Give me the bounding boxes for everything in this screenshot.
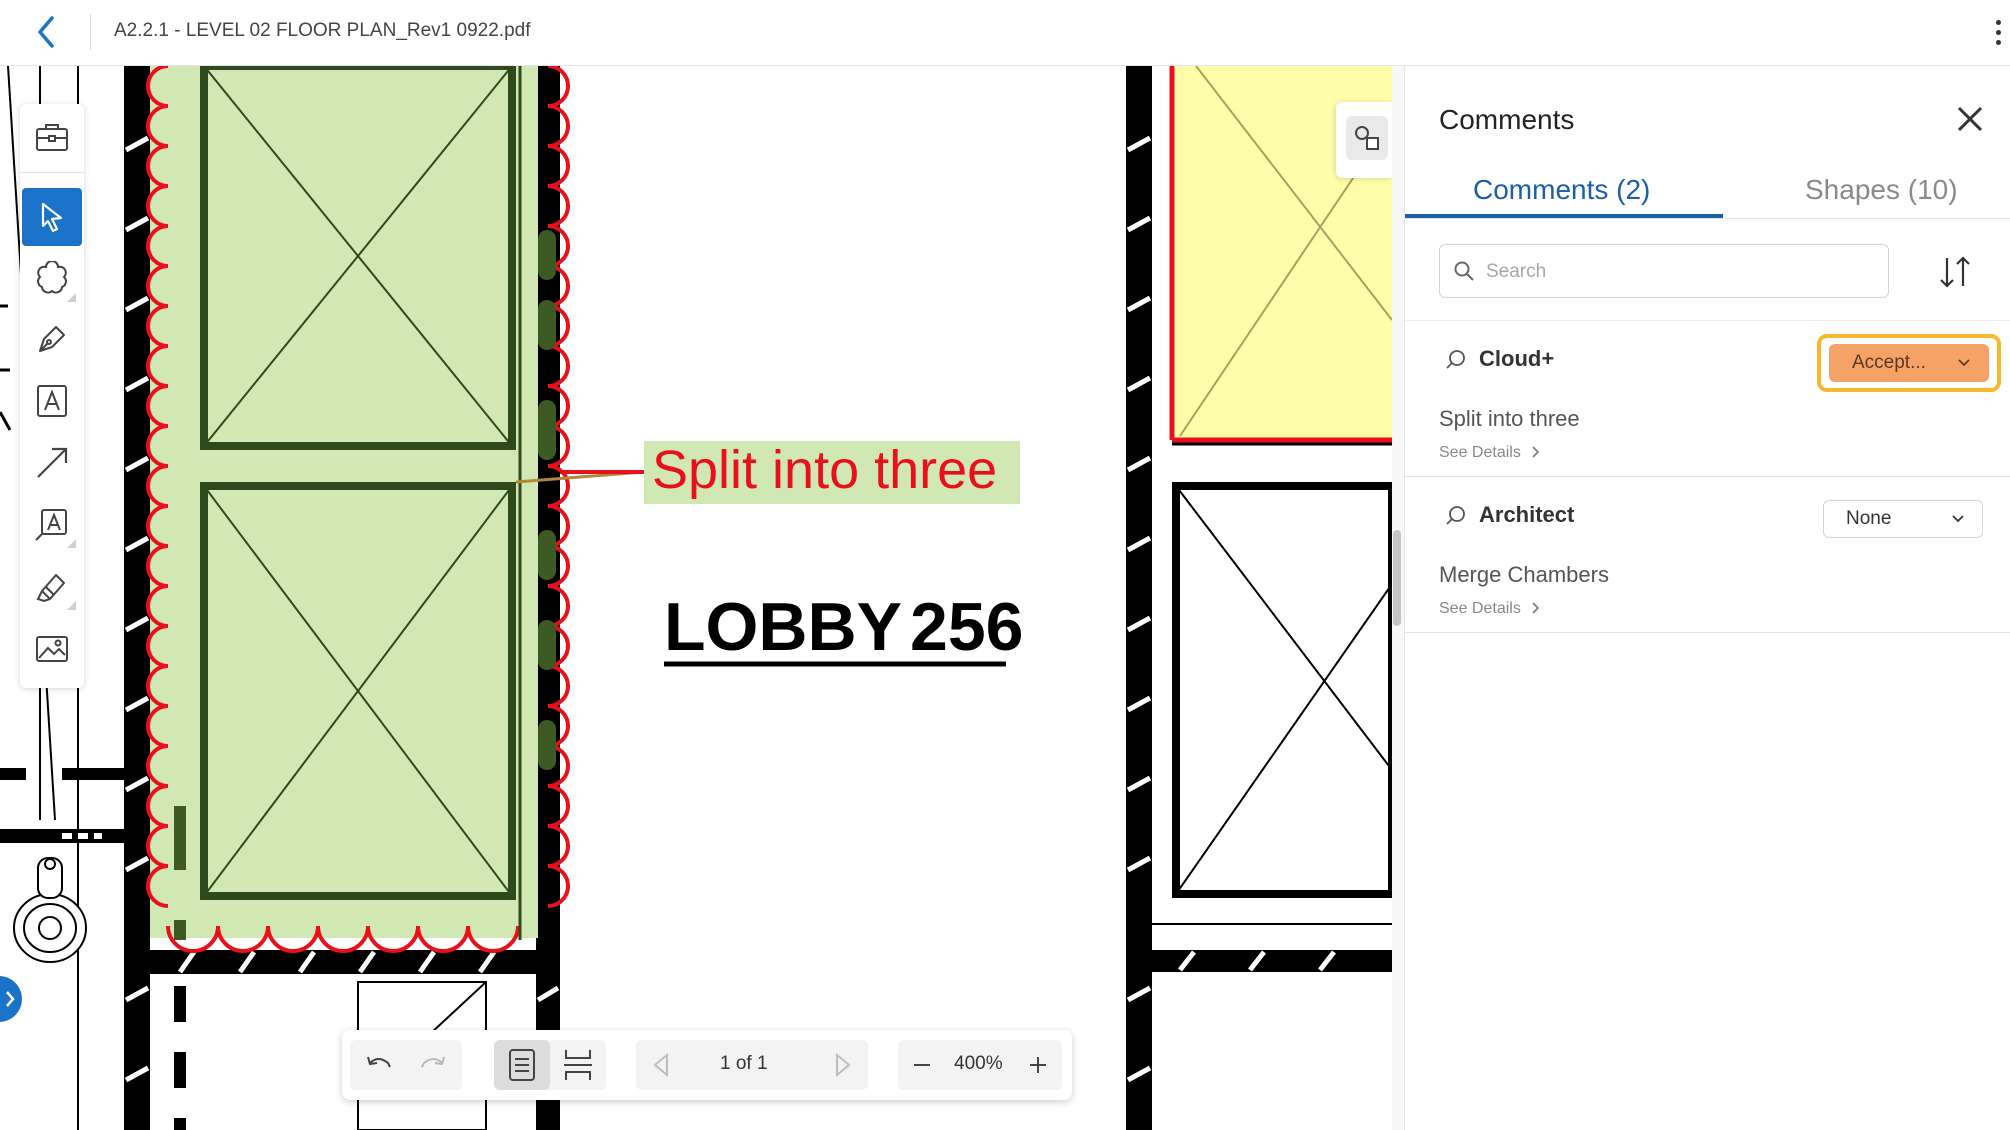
floor-plan-drawing: Split into three LOBBY 256: [0, 66, 1392, 1130]
callout-icon: [35, 509, 67, 541]
back-arrow-icon: [38, 16, 54, 48]
close-icon: [1957, 106, 1983, 132]
search-icon: [1454, 261, 1474, 281]
continuous-view-button[interactable]: [550, 1040, 606, 1090]
arrow-tool-button[interactable]: [22, 434, 82, 492]
pointer-icon: [41, 202, 63, 233]
image-tool-button[interactable]: [22, 620, 82, 678]
close-panel-button[interactable]: [1953, 102, 1987, 136]
expand-side-button[interactable]: [0, 976, 22, 1022]
sort-button[interactable]: [1933, 250, 1977, 294]
chevron-right-icon: [1532, 446, 1540, 458]
next-page-button[interactable]: [818, 1040, 868, 1090]
select-tool-button[interactable]: [22, 188, 82, 246]
undo-button[interactable]: [350, 1040, 406, 1090]
tab-comments[interactable]: Comments (2): [1473, 174, 1650, 206]
text-icon: [37, 385, 67, 417]
zoom-out-button[interactable]: [898, 1040, 946, 1090]
continuous-page-icon: [564, 1050, 592, 1080]
cloud-tool-button[interactable]: [22, 250, 82, 308]
bottom-toolbar: 1 of 1 400%: [342, 1030, 1072, 1100]
comment-card[interactable]: Architect None Merge Chambers See Detail…: [1405, 478, 2010, 633]
shapes-toggle-button[interactable]: [1336, 102, 1392, 178]
page-indicator: 1 of 1: [720, 1053, 768, 1074]
comments-panel: Comments Comments (2) Shapes (10) Cloud+: [1404, 66, 2010, 1130]
comment-author: Architect: [1479, 502, 1575, 527]
arrow-line-icon: [37, 447, 68, 478]
room-number: 256: [910, 589, 1023, 665]
sort-icon: [1940, 256, 1970, 288]
comment-text: Merge Chambers: [1439, 562, 1609, 587]
redo-icon: [421, 1056, 445, 1068]
comment-icon: [1446, 350, 1465, 369]
previous-page-button[interactable]: [636, 1040, 686, 1090]
pen-icon: [39, 326, 65, 352]
see-details-link[interactable]: See Details: [1439, 444, 1543, 462]
comment-text: Split into three: [1439, 406, 1580, 431]
more-vertical-icon: [1996, 20, 2001, 25]
comment-icon: [1446, 506, 1465, 525]
status-value: None: [1846, 508, 1892, 529]
redo-button[interactable]: [406, 1040, 462, 1090]
callout-tool-button[interactable]: [22, 496, 82, 554]
zoom-in-button[interactable]: [1014, 1040, 1062, 1090]
prev-page-icon: [653, 1052, 668, 1078]
room-label: LOBBY: [664, 589, 902, 665]
header-divider: [90, 14, 91, 50]
status-dropdown[interactable]: None: [1823, 500, 1983, 538]
chevron-right-icon: [6, 991, 15, 1007]
briefcase-icon: [36, 124, 68, 151]
shapes-icon: [1355, 126, 1379, 150]
drawing-canvas[interactable]: Split into three LOBBY 256: [0, 66, 1392, 1130]
panel-title: Comments: [1439, 104, 1575, 135]
single-page-view-button[interactable]: [494, 1040, 550, 1090]
highlighter-icon: [36, 574, 65, 603]
callout-text[interactable]: Split into three: [652, 440, 997, 500]
canvas-scrollbar-thumb[interactable]: [1393, 530, 1401, 626]
see-details-link[interactable]: See Details: [1439, 600, 1543, 618]
search-input[interactable]: [1484, 253, 1878, 291]
status-dropdown[interactable]: Accept...: [1829, 344, 1989, 382]
zoom-level[interactable]: 400%: [954, 1053, 1003, 1075]
back-button[interactable]: [28, 12, 68, 52]
highlighter-tool-button[interactable]: [22, 558, 82, 616]
pen-tool-button[interactable]: [22, 310, 82, 368]
text-tool-button[interactable]: [22, 372, 82, 430]
single-page-icon: [509, 1049, 535, 1081]
more-options-button[interactable]: [1986, 10, 2010, 54]
status-value: Accept...: [1852, 352, 1926, 373]
search-field: [1439, 244, 1889, 298]
comment-author: Cloud+: [1479, 346, 1555, 371]
next-page-icon: [836, 1052, 851, 1078]
zoom-out-icon: [914, 1064, 930, 1066]
markup-tool-palette: [20, 104, 84, 688]
tab-shapes[interactable]: Shapes (10): [1805, 174, 1958, 206]
undo-icon: [367, 1056, 391, 1068]
chevron-down-icon: [1952, 515, 1964, 523]
comment-card[interactable]: Cloud+ Accept... Split into three See De…: [1405, 322, 2010, 477]
zoom-in-icon: [1030, 1057, 1046, 1073]
toolbox-button[interactable]: [22, 108, 82, 166]
chevron-down-icon: [1958, 359, 1970, 367]
top-header: A2.2.1 - LEVEL 02 FLOOR PLAN_Rev1 0922.p…: [0, 0, 2010, 66]
cloud-icon: [37, 261, 67, 294]
file-title: A2.2.1 - LEVEL 02 FLOOR PLAN_Rev1 0922.p…: [114, 20, 531, 41]
chevron-right-icon: [1532, 602, 1540, 614]
image-icon: [36, 636, 68, 662]
